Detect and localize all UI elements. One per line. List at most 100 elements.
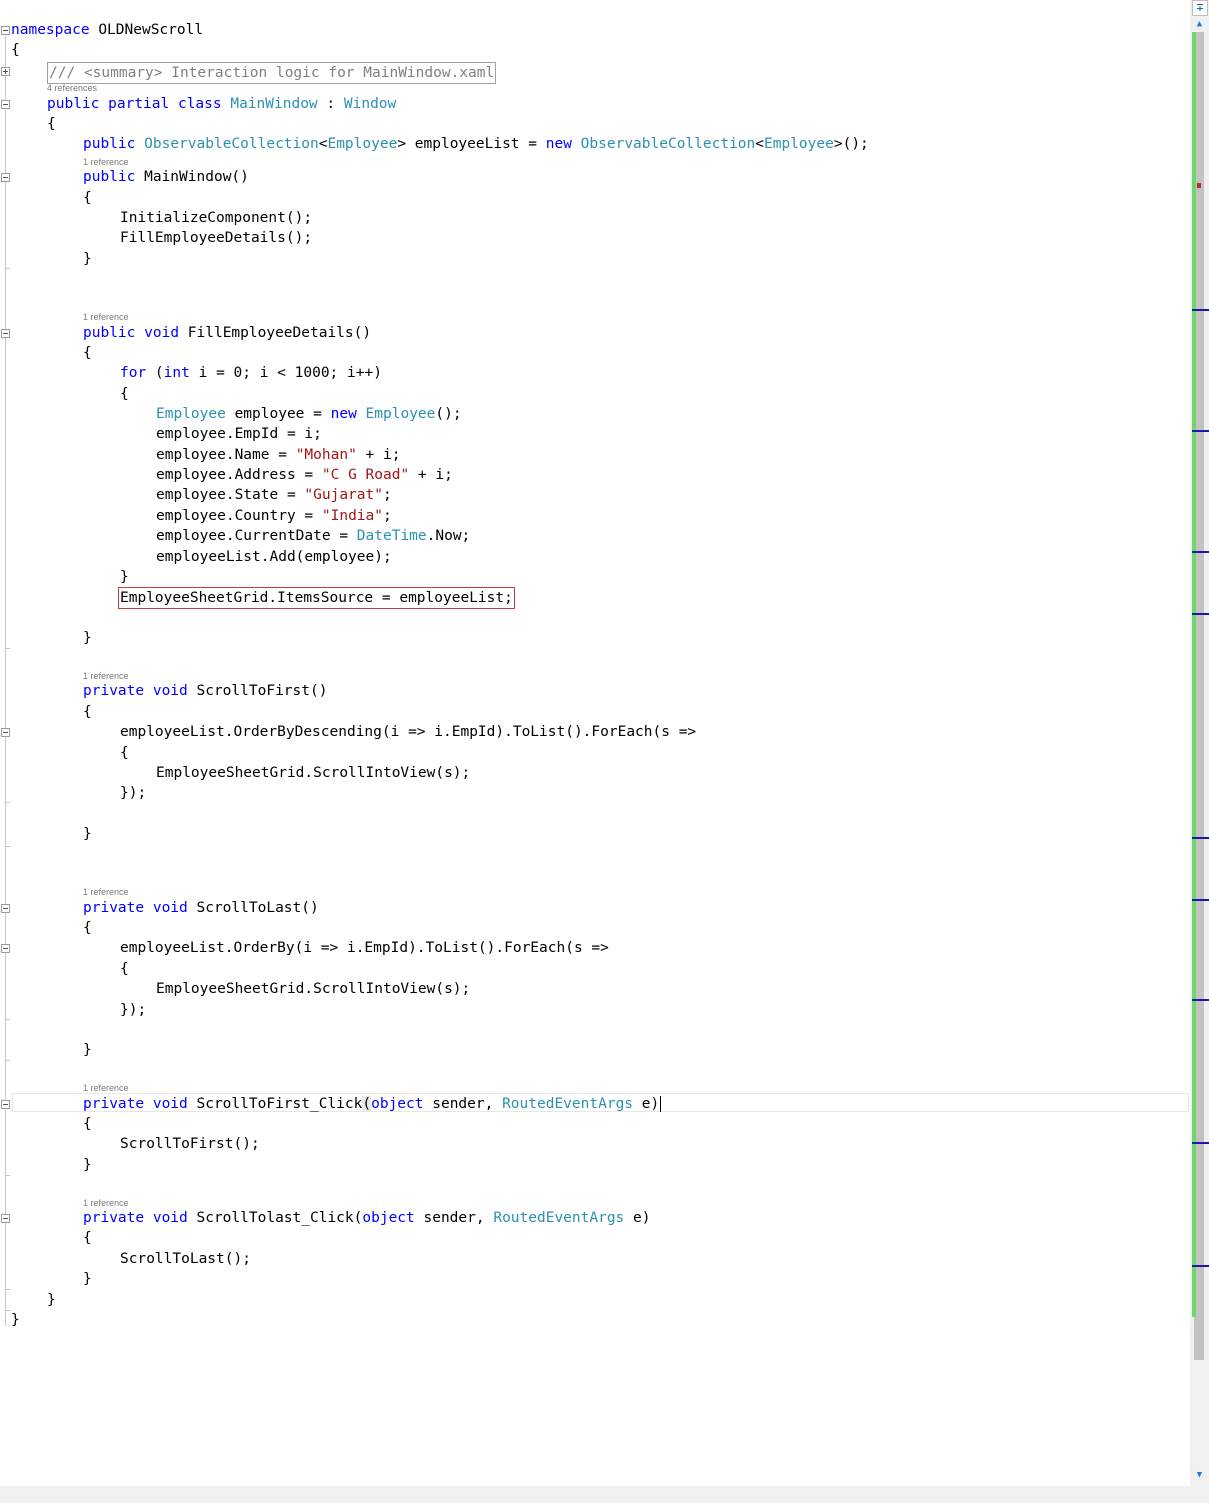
scroll-marker — [1192, 613, 1209, 615]
code-line: private void ScrollTolast_Click(object s… — [0, 1208, 651, 1228]
brace: } — [83, 1271, 92, 1287]
scroll-marker — [1192, 551, 1209, 553]
brace: { — [83, 920, 92, 936]
brace: { — [120, 961, 129, 977]
scroll-up-arrow-icon[interactable]: ▲ — [1190, 18, 1209, 30]
code-text: employeeList = — [406, 136, 546, 152]
namespace-name: OLDNewScroll — [98, 22, 204, 38]
code-text: i = 0; i < 1000; i++) — [189, 365, 382, 381]
code-text: >(); — [833, 136, 869, 152]
keyword: object — [371, 1096, 424, 1112]
code-line: public void FillEmployeeDetails() — [0, 323, 371, 343]
type-name: Window — [343, 96, 397, 112]
code-line: private void ScrollToFirst() — [0, 681, 327, 701]
code-line: ScrollToLast(); — [0, 1249, 251, 1269]
code-text: sender, — [414, 1210, 494, 1226]
brace: } — [83, 1157, 92, 1173]
code-text: FillEmployeeDetails() — [179, 325, 372, 341]
codelens-references[interactable]: 1 reference — [0, 886, 129, 898]
code-line: private void ScrollToFirst_Click(object … — [0, 1094, 662, 1114]
keyword: void — [152, 683, 188, 699]
codelens-text[interactable]: 1 reference — [83, 886, 129, 898]
keyword: class — [177, 96, 222, 112]
keyword: new — [545, 136, 572, 152]
code-text: EmployeeSheetGrid.ScrollIntoView(s); — [156, 981, 471, 997]
text-caret — [660, 1096, 662, 1112]
brace: { — [83, 345, 92, 361]
codelens-text[interactable]: 1 reference — [83, 1082, 129, 1094]
type-name: MainWindow — [230, 96, 318, 112]
keyword: private — [83, 900, 145, 916]
collapsed-summary-comment[interactable]: /// <summary> Interaction logic for Main… — [47, 62, 497, 84]
keyword: public — [83, 325, 136, 341]
code-line: employee.CurrentDate = DateTime.Now; — [0, 526, 470, 546]
code-line: { — [0, 959, 129, 979]
brace: { — [83, 704, 92, 720]
code-line: { — [0, 114, 56, 134]
keyword: object — [362, 1210, 415, 1226]
scroll-marker — [1192, 309, 1209, 311]
scroll-marker — [1192, 1142, 1209, 1144]
horizontal-scrollbar[interactable] — [0, 1486, 1209, 1503]
code-line: employeeList.OrderByDescending(i => i.Em… — [0, 722, 696, 742]
code-line: public MainWindow() — [0, 167, 249, 187]
code-line: employee.Name = "Mohan" + i; — [0, 445, 400, 465]
type-name: RoutedEventArgs — [493, 1210, 625, 1226]
code-text: ScrollToFirst() — [187, 683, 328, 699]
keyword: partial — [108, 96, 170, 112]
code-text: employee.EmpId = i; — [156, 426, 322, 442]
code-line: { — [0, 918, 92, 938]
scroll-marker — [1192, 430, 1209, 432]
brace: } — [11, 1312, 20, 1328]
highlighted-statement[interactable]: EmployeeSheetGrid.ItemsSource = employee… — [118, 587, 515, 609]
brace: } — [47, 1292, 56, 1308]
code-text: employee.Address = — [156, 467, 322, 483]
brace: } — [83, 1042, 92, 1058]
code-line: for (int i = 0; i < 1000; i++) — [120, 365, 382, 381]
code-text: ScrollToLast(); — [120, 1251, 251, 1267]
matched-paren: ( — [362, 1096, 372, 1112]
codelens-text[interactable]: 4 references — [47, 82, 97, 94]
code-text: e) — [633, 1096, 660, 1112]
code-text: }); — [120, 785, 147, 801]
scroll-down-arrow-icon[interactable]: ▼ — [1190, 1468, 1209, 1482]
brace: { — [83, 1230, 92, 1246]
code-line: { — [0, 188, 92, 208]
code-line: { — [0, 343, 92, 363]
keyword: void — [144, 325, 180, 341]
keyword: namespace — [11, 22, 90, 38]
code-line: { — [0, 384, 129, 404]
code-line: employeeList.Add(employee); — [0, 547, 392, 567]
code-line: employee.EmpId = i; — [0, 424, 322, 444]
codelens-text[interactable]: 1 reference — [83, 311, 129, 323]
code-text: EmployeeSheetGrid.ScrollIntoView(s); — [156, 765, 471, 781]
codelens-references[interactable]: 1 reference — [0, 1082, 129, 1094]
code-editor[interactable]: namespace OLDNewScroll { /// <summary> I… — [0, 0, 1190, 1486]
code-text: : — [317, 96, 344, 112]
split-icon[interactable]: ∓ — [1192, 0, 1208, 16]
code-line: namespace OLDNewScroll — [0, 20, 203, 40]
code-line: employee.State = "Gujarat"; — [0, 485, 392, 505]
brace: { — [120, 386, 129, 402]
code-text: InitializeComponent(); — [120, 210, 313, 226]
code-text: ScrollToLast() — [187, 900, 319, 916]
code-text: employeeList.OrderBy(i => i.EmpId).ToLis… — [120, 940, 609, 956]
codelens-references[interactable]: 4 references — [0, 82, 97, 94]
code-text: FillEmployeeDetails(); — [120, 230, 313, 246]
code-text: .Now; — [426, 528, 471, 544]
keyword: for — [120, 365, 147, 381]
code-line: { — [0, 1228, 92, 1248]
code-text: employee = — [225, 406, 331, 422]
string-literal: "Mohan" — [295, 447, 357, 463]
code-line: } — [0, 567, 129, 587]
string-literal: "Gujarat" — [304, 487, 383, 503]
code-line: EmployeeSheetGrid.ItemsSource = employee… — [0, 587, 515, 609]
code-text: employee.Country = — [156, 508, 322, 524]
keyword: private — [83, 1210, 145, 1226]
codelens-references[interactable]: 1 reference — [0, 311, 129, 323]
brace: { — [83, 190, 92, 206]
code-text: sender, — [423, 1096, 503, 1112]
keyword: new — [330, 406, 357, 422]
code-line: { — [0, 743, 129, 763]
code-line: } — [0, 1310, 35, 1330]
